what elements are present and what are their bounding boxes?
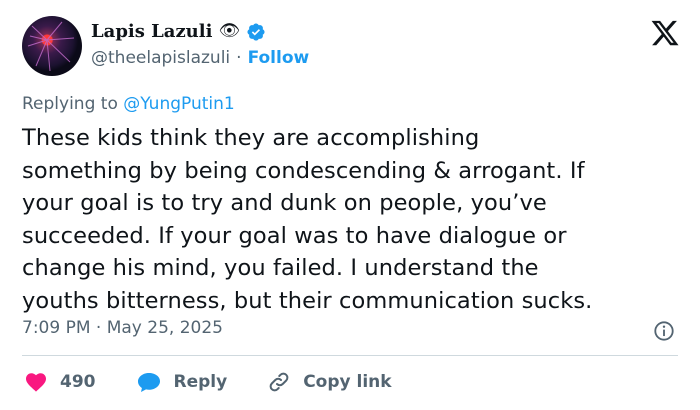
link-icon: [269, 372, 289, 392]
reply-bubble-icon: [137, 373, 160, 392]
divider: [22, 355, 678, 356]
replying-to: Replying to @YungPutin1: [22, 94, 235, 114]
info-icon[interactable]: [653, 320, 675, 342]
x-logo-icon[interactable]: [650, 18, 680, 48]
separator: ·: [236, 48, 242, 68]
replying-prefix: Replying to: [22, 94, 118, 114]
like-count: 490: [60, 372, 96, 392]
like-button[interactable]: 490: [24, 370, 96, 394]
handle-row: @theelapislazuli · Follow: [91, 48, 309, 68]
tweet-timestamp[interactable]: 7:09 PM · May 25, 2025: [22, 318, 223, 338]
action-bar: 490 Reply Copy link: [24, 370, 432, 394]
copy-link-label: Copy link: [303, 372, 392, 392]
avatar[interactable]: [22, 16, 82, 76]
display-name[interactable]: Lapis Lazuli: [91, 21, 212, 42]
verified-badge-icon: [246, 22, 266, 42]
heart-icon: [26, 373, 46, 392]
user-handle[interactable]: @theelapislazuli: [91, 48, 230, 68]
copy-link-button[interactable]: Copy link: [267, 370, 392, 394]
author-name-row: Lapis Lazuli 👁: [91, 21, 266, 42]
plasma-ball-icon: [27, 21, 75, 72]
reply-button[interactable]: Reply: [136, 370, 228, 394]
replying-to-mention[interactable]: @YungPutin1: [123, 94, 234, 114]
tweet-text: These kids think they are accomplishing …: [22, 125, 593, 314]
eye-icon: 👁: [218, 21, 241, 41]
follow-button[interactable]: Follow: [248, 48, 310, 68]
reply-label: Reply: [173, 372, 228, 392]
